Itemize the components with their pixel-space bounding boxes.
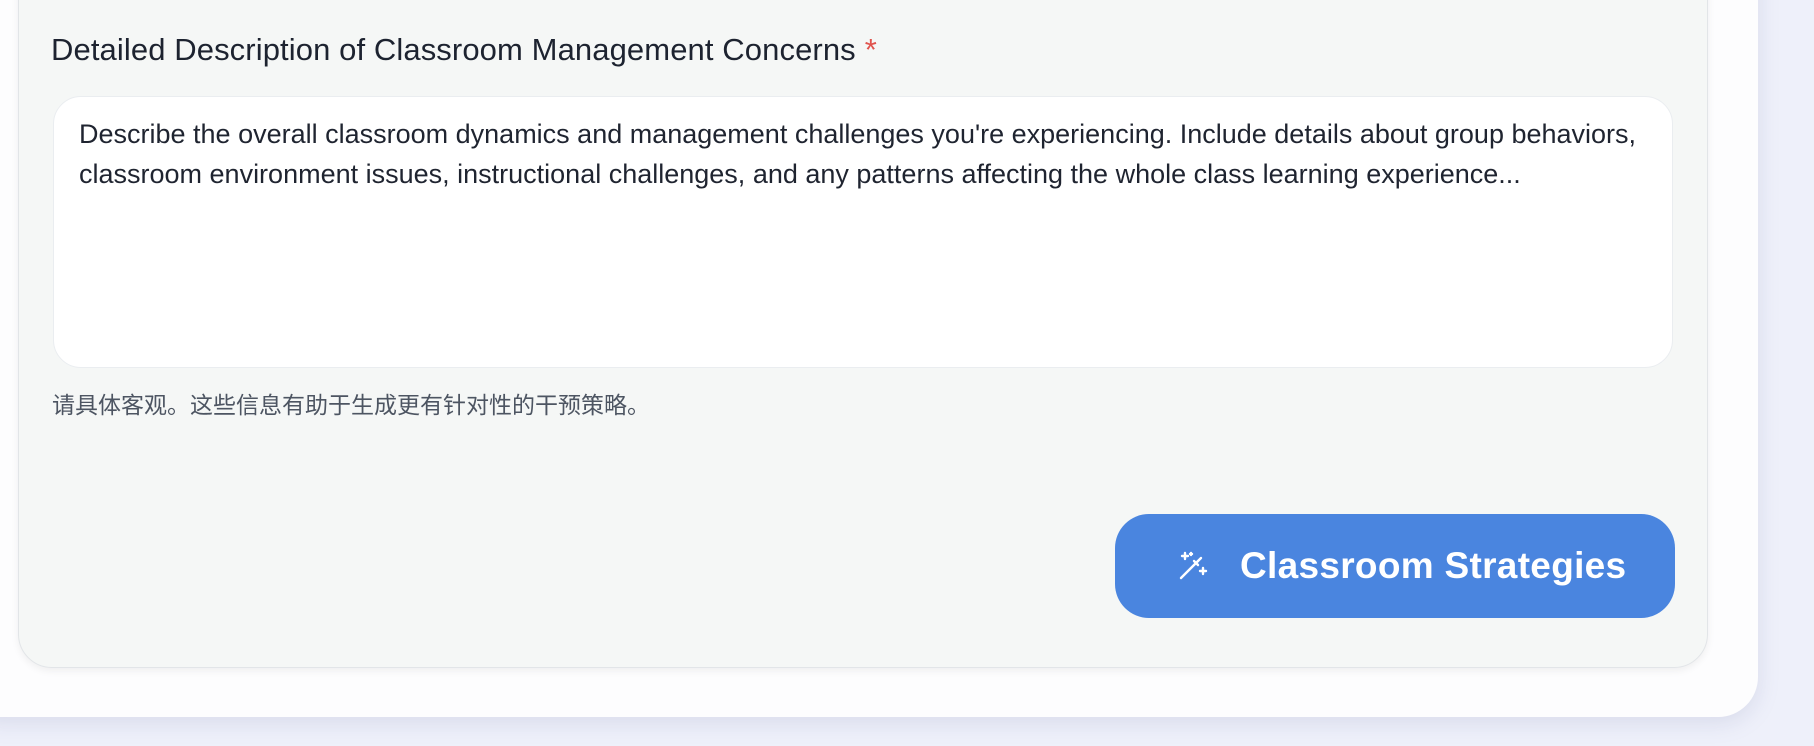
helper-text: 请具体客观。这些信息有助于生成更有针对性的干预策略。	[52, 393, 650, 419]
description-label-text: Detailed Description of Classroom Manage…	[51, 32, 856, 67]
description-field-label: Detailed Description of Classroom Manage…	[51, 32, 877, 68]
classroom-strategies-button[interactable]: Classroom Strategies	[1115, 514, 1675, 618]
classroom-concerns-textarea[interactable]: Describe the overall classroom dynamics …	[53, 96, 1673, 368]
required-indicator: *	[864, 32, 877, 67]
textarea-placeholder: Describe the overall classroom dynamics …	[79, 119, 1637, 189]
classroom-strategies-label: Classroom Strategies	[1240, 545, 1627, 586]
magic-wand-icon	[1177, 550, 1209, 582]
